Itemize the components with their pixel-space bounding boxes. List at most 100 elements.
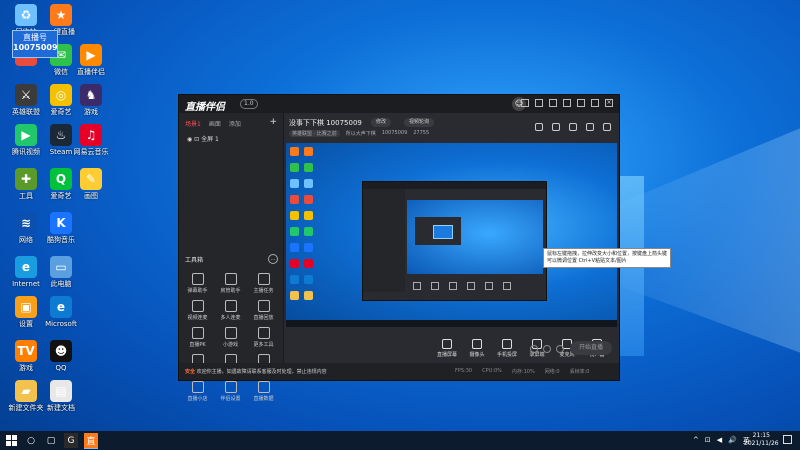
desktop-shortcut[interactable]: ▭ 此电脑 <box>41 256 81 289</box>
desktop-shortcut[interactable]: ✎ 画图 <box>71 168 111 201</box>
lock-icon[interactable] <box>535 123 543 131</box>
tool-item[interactable]: 直播小店 <box>181 381 214 402</box>
room-id: 10075009 <box>381 130 408 136</box>
tray-icon[interactable]: ◀ <box>717 436 722 446</box>
system-tray: ^ ⊡ ◀ 🔊 英 <box>693 436 750 446</box>
tool-item[interactable]: 主播任务 <box>247 273 280 294</box>
tray-icon[interactable]: 🔊 <box>728 436 737 446</box>
bag-icon[interactable] <box>569 123 577 131</box>
perf-stats: FPS:30 CPU:0% 内存:10% 网络:0 丢帧率:0 <box>455 368 589 375</box>
tool-label: 更多工具 <box>253 342 274 348</box>
tray-icon[interactable]: ⊡ <box>705 436 711 446</box>
preview-desktop-icon <box>304 243 313 252</box>
stream-preview[interactable] <box>286 143 617 327</box>
tool-icon <box>257 327 270 339</box>
preview-desktop-icon <box>304 291 313 300</box>
computer-icon: ▭ <box>50 256 72 278</box>
skin-icon[interactable] <box>549 99 557 107</box>
desktop-shortcut[interactable]: TV 游戏 <box>6 340 46 373</box>
desktop-shortcut[interactable]: ▶ 直播伴侣 <box>71 44 111 77</box>
taskbar-app-livestudio[interactable]: 直 <box>84 433 98 449</box>
desktop-shortcut[interactable]: ▤ 新建文档 <box>41 380 81 413</box>
scene-item[interactable]: ◉ ⊡ 全屏 1 <box>179 128 283 149</box>
preview-desktop-icon <box>290 163 299 172</box>
desktop-shortcut[interactable]: ▰ 新建文件夹 <box>6 380 46 413</box>
tab-view[interactable]: 画面 <box>209 119 221 128</box>
maximize-icon[interactable] <box>591 99 599 107</box>
beauty-icon[interactable] <box>543 345 551 353</box>
notification-icon[interactable] <box>783 435 792 444</box>
share-icon[interactable] <box>603 123 611 131</box>
desktop-shortcut[interactable]: e Microsoft <box>41 296 81 329</box>
bell-icon[interactable] <box>586 123 594 131</box>
video-rotation-button[interactable]: 视频轮询 <box>404 118 435 127</box>
desktop-shortcut[interactable]: ▶ 腾讯视频 <box>6 124 46 157</box>
windows-start-icon[interactable] <box>6 435 17 446</box>
tool-icon <box>257 273 270 285</box>
source-button[interactable]: 摄像头 <box>464 339 490 358</box>
tool-item[interactable]: 视频连麦 <box>181 300 214 321</box>
tool-label: 视频连麦 <box>187 315 208 321</box>
tool-item[interactable]: 房管助手 <box>214 273 247 294</box>
mirror-icon[interactable] <box>552 123 560 131</box>
desktop-shortcut[interactable]: ✚ 工具 <box>6 168 46 201</box>
record-icon[interactable] <box>530 345 538 353</box>
desktop-shortcut[interactable]: ≋ 网络 <box>6 212 46 245</box>
tool-icon <box>224 273 237 285</box>
menu-icon[interactable] <box>563 99 571 107</box>
source-button[interactable]: 手机投屏 <box>494 339 520 358</box>
desktop-shortcut[interactable]: ☻ QQ <box>41 340 81 373</box>
desktop-shortcut[interactable]: e Internet <box>6 256 46 289</box>
clock[interactable]: 21:15 2021/11/26 <box>744 432 779 448</box>
gear-icon[interactable] <box>556 345 564 353</box>
taskbar-app-game[interactable]: G <box>64 433 78 448</box>
settings-icon[interactable] <box>521 99 529 107</box>
edit-title-button[interactable]: 修改 <box>371 118 392 127</box>
source-label: 手机投屏 <box>496 352 517 358</box>
desktop-shortcut-label: 工具 <box>19 192 33 200</box>
tool-item[interactable]: 小游戏 <box>214 327 247 348</box>
tool-item[interactable]: 直播回放 <box>247 300 280 321</box>
preview-desktop-icon <box>290 211 299 220</box>
desktop-shortcut-label: 游戏 <box>84 108 98 116</box>
preview-desktop-icon <box>290 195 299 204</box>
task-view-icon[interactable]: ▢ <box>44 433 58 448</box>
tools-icon: ✚ <box>15 168 37 190</box>
tool-item[interactable]: 更多工具 <box>247 327 280 348</box>
close-icon[interactable]: × <box>605 99 613 107</box>
room-category[interactable]: 英雄联盟 · 比赛之前 <box>289 130 340 137</box>
tool-item[interactable]: 直播数据 <box>247 381 280 402</box>
desktop-shortcut-label: 新建文件夹 <box>8 404 44 412</box>
toolbox-more-icon[interactable]: … <box>268 254 278 264</box>
desktop-shortcut[interactable]: ♫ 网易云音乐 <box>71 124 111 157</box>
title-bar[interactable]: 直播伴侣 1.0 ☺ × <box>179 95 619 113</box>
start-live-button[interactable]: 开始直播 <box>570 341 612 355</box>
minimize-icon[interactable] <box>577 99 585 107</box>
search-icon[interactable]: ○ <box>24 433 38 448</box>
desktop-shortcut[interactable]: K 酷狗音乐 <box>41 212 81 245</box>
source-label: 摄像头 <box>469 352 485 358</box>
taskbar: ○ ▢ G 直 ^ ⊡ ◀ 🔊 英 21:15 2021/11/26 <box>0 431 800 450</box>
desktop-shortcut[interactable]: ▣ 设置 <box>6 296 46 329</box>
tool-item[interactable]: 弹幕助手 <box>181 273 214 294</box>
desktop-sticky-note[interactable]: 直播号 10075009 <box>12 30 58 58</box>
tool-item[interactable]: 多人连麦 <box>214 300 247 321</box>
preview-desktop-icon <box>304 227 313 236</box>
sticky-line1: 直播号 <box>23 33 47 42</box>
help-icon[interactable] <box>535 99 543 107</box>
source-button[interactable]: 直播屏幕 <box>434 339 460 358</box>
tool-item[interactable]: 直播PK <box>181 327 214 348</box>
tab-scene[interactable]: 场景1 <box>185 119 201 128</box>
iqiyi-icon: Q <box>50 168 72 190</box>
room-subtitle: 所以大声下棋 <box>345 131 376 137</box>
desktop-shortcut-label: 画图 <box>84 192 98 200</box>
tray-icon[interactable]: ^ <box>693 436 699 446</box>
add-scene-icon[interactable]: + <box>269 118 277 128</box>
desktop-shortcut[interactable]: ♞ 游戏 <box>71 84 111 117</box>
tool-label: 直播PK <box>189 342 206 348</box>
tab-add[interactable]: 添加 <box>229 119 241 128</box>
settings-app-icon: ▣ <box>15 296 37 318</box>
tool-icon <box>191 300 204 312</box>
tool-item[interactable]: 伴侣设置 <box>214 381 247 402</box>
desktop-shortcut[interactable]: ⚔ 英雄联盟 <box>6 84 46 117</box>
